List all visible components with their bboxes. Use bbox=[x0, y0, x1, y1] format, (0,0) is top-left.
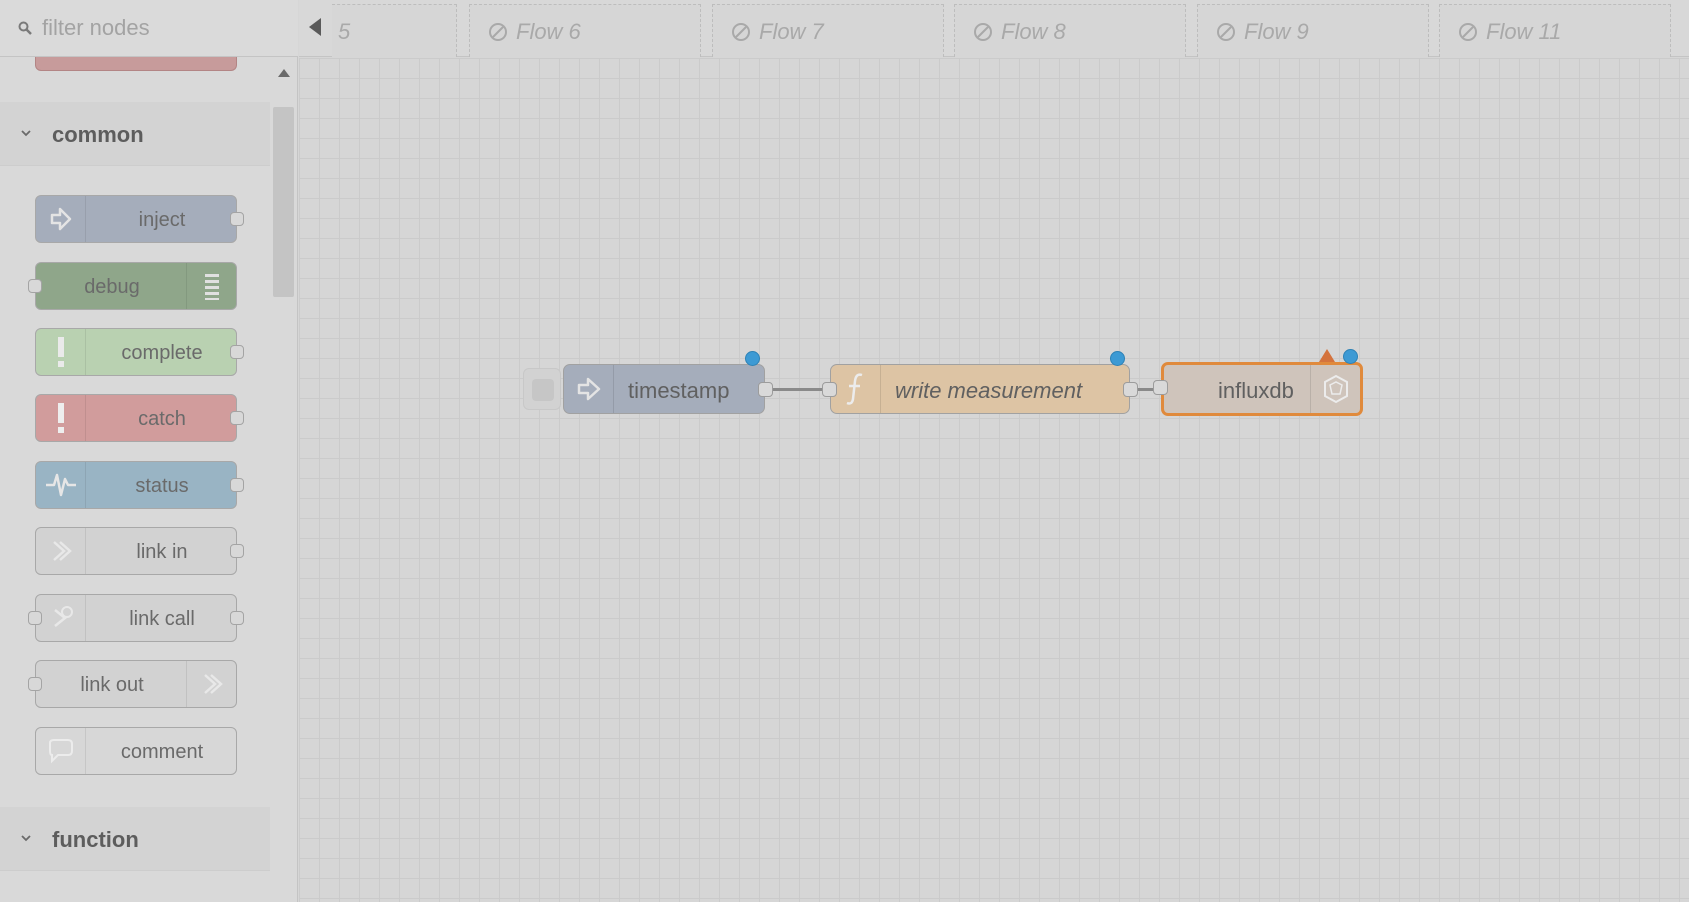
palette-node-comment[interactable]: comment bbox=[35, 727, 237, 775]
output-port bbox=[230, 611, 244, 625]
flow-node-label: timestamp bbox=[628, 378, 730, 403]
palette-node-complete[interactable]: complete bbox=[35, 328, 244, 376]
list-icon bbox=[186, 263, 236, 309]
tab-flow-9[interactable]: Flow 9 bbox=[1197, 4, 1429, 57]
changed-indicator bbox=[1343, 349, 1358, 364]
tab-label: Flow 8 bbox=[1001, 19, 1066, 44]
tab-label: Flow 9 bbox=[1244, 19, 1309, 44]
palette-node-label: link out bbox=[80, 674, 144, 696]
comment-icon bbox=[36, 728, 86, 774]
tab-scroll-left-icon[interactable] bbox=[309, 18, 321, 36]
palette-node-label: inject bbox=[138, 209, 186, 231]
palette-node-label: link call bbox=[129, 608, 195, 630]
exclamation-icon bbox=[36, 329, 86, 375]
output-port bbox=[230, 411, 244, 425]
input-port bbox=[28, 279, 42, 293]
influxdb-icon bbox=[1310, 365, 1360, 413]
output-port[interactable] bbox=[1123, 382, 1138, 397]
tab-flow-6[interactable]: Flow 6 bbox=[469, 4, 701, 57]
inject-trigger-icon bbox=[532, 379, 554, 401]
changed-indicator bbox=[745, 351, 760, 366]
tab-label: Flow 11 bbox=[1486, 19, 1562, 44]
input-port bbox=[28, 677, 42, 691]
output-port bbox=[230, 345, 244, 359]
palette-node-label: link in bbox=[136, 541, 188, 563]
palette-node-label: status bbox=[135, 475, 189, 497]
chevron-down-icon bbox=[21, 835, 31, 842]
category-header-common[interactable]: common bbox=[0, 102, 270, 166]
tab-label: 5 bbox=[338, 19, 351, 44]
tab-flow-5[interactable]: 5 bbox=[332, 4, 457, 57]
scrollbar-thumb[interactable] bbox=[273, 107, 294, 297]
warning-icon bbox=[1319, 349, 1335, 362]
palette-node-label: catch bbox=[138, 408, 186, 430]
palette-filter bbox=[0, 0, 298, 57]
category-label: common bbox=[52, 122, 144, 147]
arrow-in-icon bbox=[36, 196, 86, 242]
link-call-icon bbox=[36, 595, 86, 641]
tab-label: Flow 7 bbox=[759, 19, 824, 44]
flow-node-label: influxdb bbox=[1218, 378, 1294, 403]
input-port[interactable] bbox=[822, 382, 837, 397]
category-header-function[interactable]: function bbox=[0, 807, 270, 871]
palette-node-inject[interactable]: inject bbox=[35, 195, 244, 243]
output-port[interactable] bbox=[758, 382, 773, 397]
link-in-icon bbox=[36, 528, 86, 574]
arrow-in-icon bbox=[564, 365, 614, 413]
exclamation-icon bbox=[36, 395, 86, 441]
function-icon bbox=[831, 365, 881, 413]
palette-node-link-in[interactable]: link in bbox=[35, 527, 244, 575]
disabled-icon bbox=[489, 23, 507, 41]
link-out-icon bbox=[186, 661, 236, 707]
category-label: function bbox=[52, 827, 139, 852]
palette-scroll-area: common inject debug complete catch statu… bbox=[0, 57, 270, 902]
disabled-icon bbox=[732, 23, 750, 41]
palette-node-catch[interactable]: catch bbox=[35, 394, 244, 442]
flow-node-timestamp[interactable]: timestamp bbox=[563, 351, 773, 414]
flow-node-label: write measurement bbox=[895, 378, 1083, 403]
search-icon bbox=[18, 21, 32, 35]
input-port bbox=[28, 611, 42, 625]
disabled-icon bbox=[1217, 23, 1235, 41]
tab-flow-7[interactable]: Flow 7 bbox=[712, 4, 944, 57]
changed-indicator bbox=[1110, 351, 1125, 366]
disabled-icon bbox=[1459, 23, 1477, 41]
palette-node-label: complete bbox=[121, 342, 203, 364]
tab-label: Flow 6 bbox=[516, 19, 581, 44]
output-port bbox=[230, 544, 244, 558]
palette-node-partial[interactable] bbox=[35, 57, 237, 71]
palette-node-label: comment bbox=[120, 741, 204, 763]
chevron-down-icon bbox=[21, 130, 31, 137]
workspace-tabs: 5 Flow 6 Flow 7 Flow 8 Flow 9 Flow 11 bbox=[299, 0, 1689, 57]
output-port bbox=[230, 212, 244, 226]
palette-node-label: debug bbox=[84, 276, 140, 298]
input-port[interactable] bbox=[1153, 380, 1168, 395]
palette-node-link-call[interactable]: link call bbox=[28, 594, 244, 642]
palette-scrollbar[interactable] bbox=[272, 57, 296, 902]
flow-node-influxdb[interactable]: influxdb bbox=[1153, 349, 1363, 416]
output-port bbox=[230, 478, 244, 492]
disabled-icon bbox=[974, 23, 992, 41]
wire[interactable] bbox=[764, 388, 830, 391]
pulse-icon bbox=[36, 462, 86, 508]
flow-node-write-measurement[interactable]: write measurement bbox=[822, 351, 1138, 414]
node-palette: common inject debug bbox=[0, 0, 298, 902]
tab-flow-8[interactable]: Flow 8 bbox=[954, 4, 1186, 57]
palette-node-status[interactable]: status bbox=[35, 461, 244, 509]
tab-flow-11[interactable]: Flow 11 bbox=[1439, 4, 1671, 57]
flow-workspace[interactable]: timestamp write measurement influxdb bbox=[299, 58, 1689, 902]
filter-nodes-input[interactable] bbox=[42, 12, 282, 44]
scroll-up-icon[interactable] bbox=[278, 69, 290, 77]
palette-node-link-out[interactable]: link out bbox=[28, 660, 237, 708]
palette-node-debug[interactable]: debug bbox=[28, 262, 237, 310]
inject-trigger-button[interactable] bbox=[523, 368, 561, 410]
